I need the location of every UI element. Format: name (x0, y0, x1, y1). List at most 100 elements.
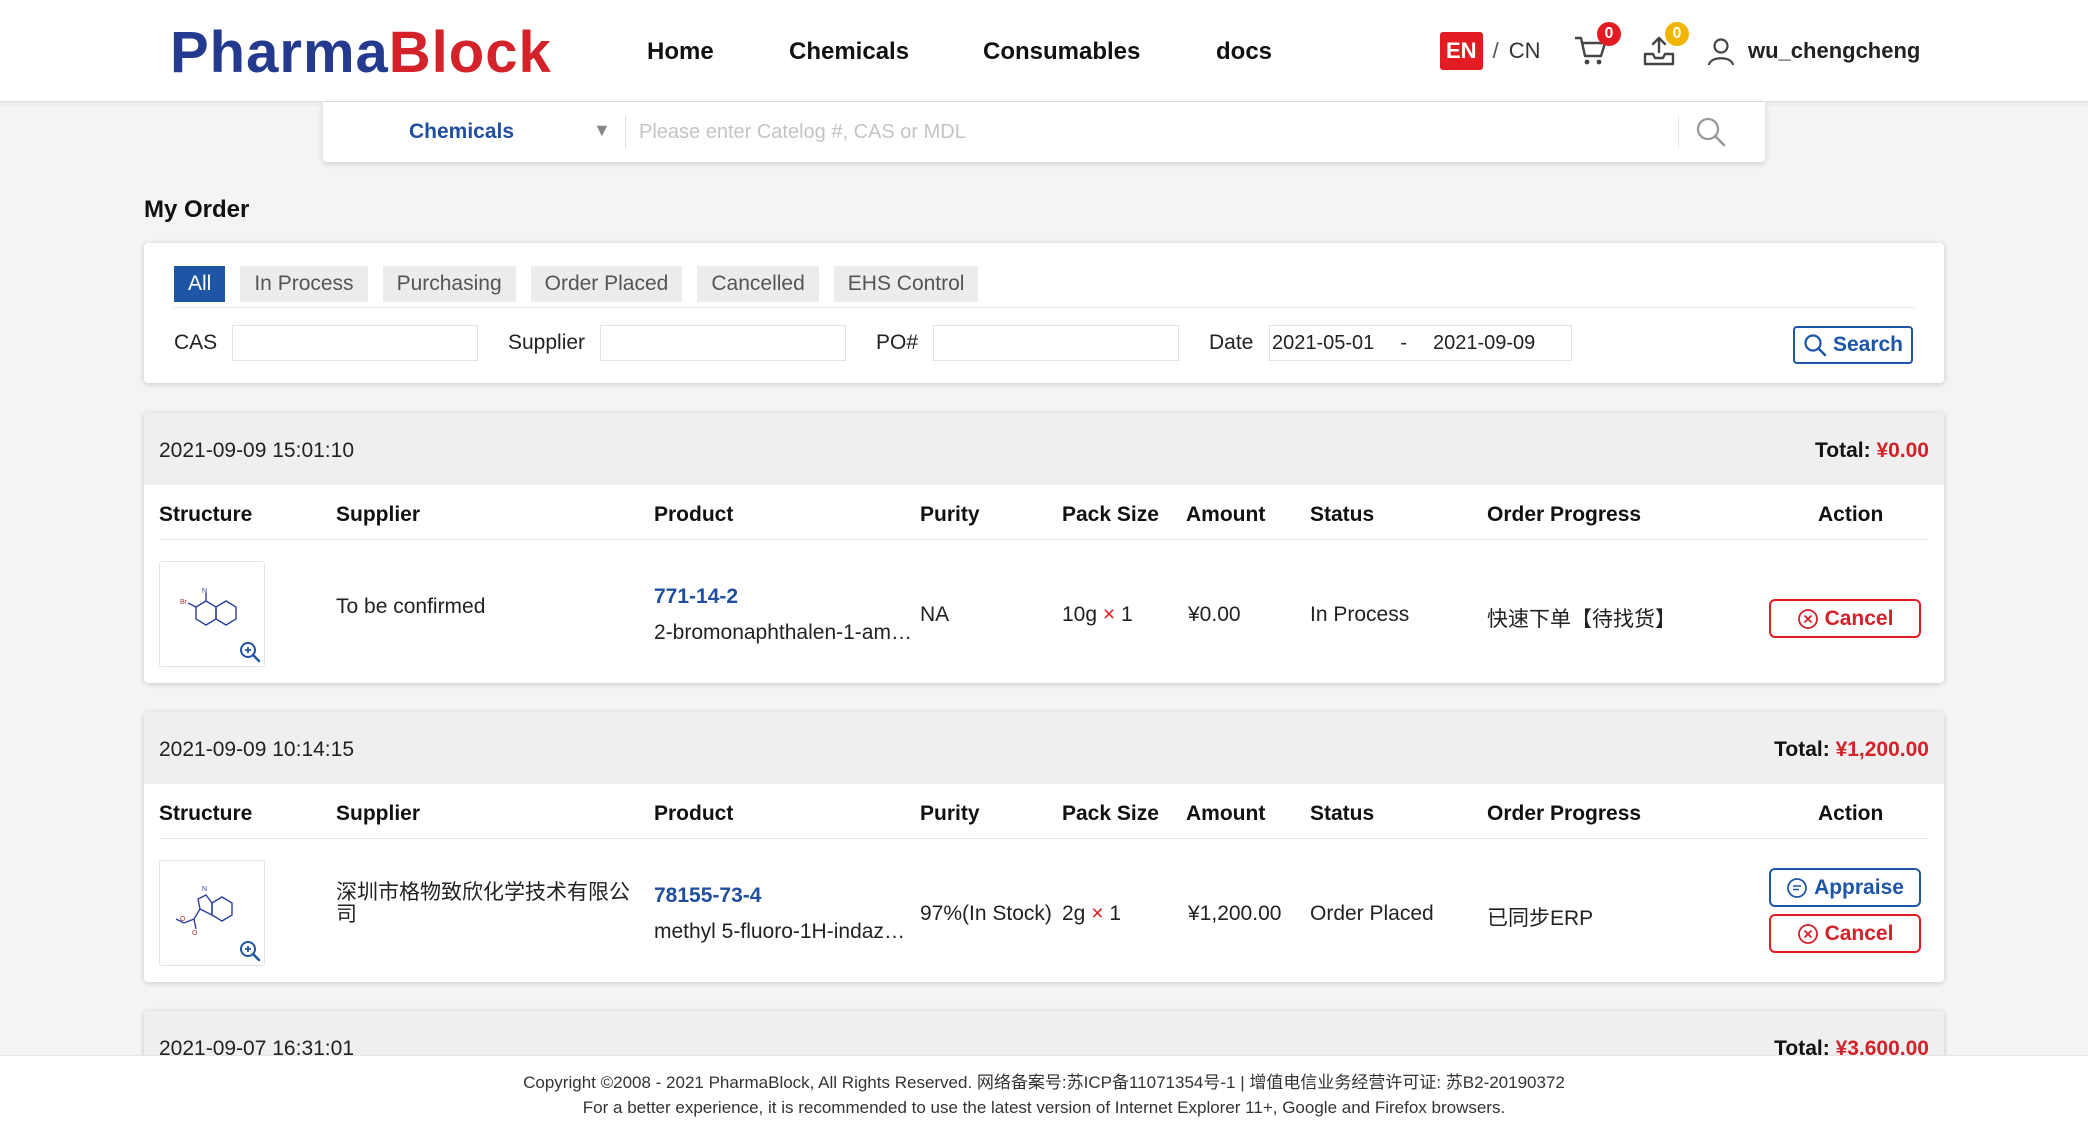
logo-text-block: Block (388, 20, 552, 85)
order-card: 2021-09-09 15:01:10 Total: ¥0.00 Structu… (144, 413, 1944, 683)
total-amount: ¥1,200.00 (1835, 738, 1929, 761)
date-from[interactable]: 2021-05-01 (1272, 332, 1374, 355)
col-supplier: Supplier (336, 503, 421, 526)
cas-label: CAS (174, 331, 218, 354)
po-input[interactable] (933, 325, 1179, 361)
search-category-select[interactable]: Chemicals (409, 120, 514, 144)
amount-value: ¥1,200.00 (1188, 902, 1282, 925)
cancel-order-button[interactable]: Cancel (1769, 599, 1921, 638)
tab-order-placed[interactable]: Order Placed (530, 266, 683, 302)
footer-browser-notice: For a better experience, it is recommend… (582, 1098, 1506, 1117)
order-total: Total: ¥1,200.00 (1774, 738, 1929, 762)
supplier-input[interactable] (600, 325, 846, 361)
product-cas-link[interactable]: 78155-73-4 (654, 884, 761, 908)
structure-thumbnail[interactable]: N Br (159, 561, 265, 667)
cart-button[interactable]: 0 (1573, 22, 1621, 72)
purity-value: 97%(In Stock) (920, 902, 1052, 925)
status-value: In Process (1310, 603, 1410, 626)
product-name: 2-bromonaphthalen-1-amine (654, 621, 914, 644)
product-cas-link[interactable]: 771-14-2 (654, 585, 738, 609)
col-pack-size: Pack Size (1062, 802, 1159, 825)
top-header: PharmaBlock Home Chemicals Consumables d… (0, 0, 2088, 102)
cancel-order-button[interactable]: Cancel (1769, 914, 1921, 953)
supplier-name: To be confirmed (336, 595, 486, 618)
status-tabs: All In Process Purchasing Order Placed C… (174, 266, 993, 302)
svg-text:N: N (202, 588, 207, 595)
search-icon[interactable] (1695, 116, 1727, 148)
order-filter-panel: All In Process Purchasing Order Placed C… (144, 243, 1944, 383)
date-label: Date (1209, 331, 1254, 354)
svg-text:O: O (192, 930, 198, 937)
search-input[interactable] (639, 114, 1639, 150)
inbox-count-badge: 0 (1665, 22, 1689, 46)
row-divider (159, 838, 1929, 839)
col-status: Status (1310, 802, 1375, 825)
product-name: methyl 5-fluoro-1H-indazole-3-carboxylat… (654, 920, 906, 943)
chevron-down-icon[interactable]: ▼ (593, 120, 611, 141)
pharmablock-logo[interactable]: PharmaBlock (170, 22, 552, 84)
tab-ehs-control[interactable]: EHS Control (833, 266, 979, 302)
search-divider-right (1678, 116, 1679, 148)
nav-consumables[interactable]: Consumables (983, 38, 1140, 66)
purity-value: NA (920, 603, 950, 626)
product-search-bar: Chemicals ▼ (323, 102, 1765, 162)
total-amount: ¥0.00 (1876, 439, 1929, 462)
pack-size-value: 2g × 1 (1062, 902, 1121, 926)
order-card: 2021-09-09 10:14:15 Total: ¥1,200.00 Str… (144, 712, 1944, 982)
zoom-in-icon[interactable] (238, 939, 262, 963)
date-to[interactable]: 2021-09-09 (1433, 332, 1535, 355)
nav-chemicals[interactable]: Chemicals (789, 38, 909, 66)
tab-all[interactable]: All (174, 266, 226, 302)
filter-divider (174, 307, 1914, 308)
svg-text:O: O (180, 916, 186, 923)
tab-in-process[interactable]: In Process (240, 266, 368, 302)
col-product: Product (654, 503, 734, 526)
lang-cn-button[interactable]: CN (1509, 38, 1541, 64)
col-purity: Purity (920, 503, 980, 526)
search-button[interactable]: Search (1793, 326, 1913, 364)
nav-home[interactable]: Home (647, 38, 714, 66)
inbox-button[interactable]: 0 (1641, 22, 1689, 72)
pack-size: 2g (1062, 902, 1086, 925)
appraise-order-button[interactable]: Appraise (1769, 868, 1921, 907)
col-action: Action (1818, 503, 1884, 526)
date-range-separator: - (1400, 331, 1407, 354)
status-value: Order Placed (1310, 902, 1434, 925)
order-progress-value: 已同步ERP (1487, 907, 1594, 930)
order-header: 2021-09-09 10:14:15 Total: ¥1,200.00 (144, 712, 1944, 784)
appraise-button-label: Appraise (1814, 875, 1904, 899)
tab-purchasing[interactable]: Purchasing (382, 266, 516, 302)
logo-text-pharma: Pharma (170, 20, 389, 85)
structure-thumbnail[interactable]: N O O (159, 860, 265, 966)
language-switcher: EN / CN (1440, 32, 1540, 70)
svg-text:Br: Br (180, 599, 188, 606)
svg-text:N: N (202, 886, 207, 893)
comment-icon (1787, 877, 1807, 898)
search-icon (1804, 334, 1827, 357)
order-total: Total: ¥0.00 (1815, 439, 1929, 463)
col-status: Status (1310, 503, 1375, 526)
user-menu[interactable]: wu_chengcheng (1706, 36, 1920, 66)
times-sign: × (1102, 603, 1116, 626)
date-range-field[interactable]: 2021-05-01 - 2021-09-09 (1269, 325, 1572, 361)
search-divider (625, 116, 626, 148)
col-structure: Structure (159, 503, 253, 526)
total-label: Total: (1774, 738, 1830, 761)
po-label: PO# (876, 331, 919, 354)
lang-separator: / (1492, 38, 1499, 63)
lang-en-button[interactable]: EN (1440, 32, 1483, 70)
order-header: 2021-09-09 15:01:10 Total: ¥0.00 (144, 413, 1944, 485)
order-datetime: 2021-09-09 15:01:10 (159, 439, 354, 462)
col-order-progress: Order Progress (1487, 503, 1642, 526)
order-datetime: 2021-09-09 10:14:15 (159, 738, 354, 761)
cancel-button-label: Cancel (1824, 921, 1894, 945)
pack-size-value: 10g × 1 (1062, 603, 1133, 627)
cas-input[interactable] (232, 325, 478, 361)
footer-copyright: Copyright ©2008 - 2021 PharmaBlock, All … (523, 1073, 1565, 1092)
amount-value: ¥0.00 (1188, 603, 1241, 626)
username-label: wu_chengcheng (1748, 38, 1921, 63)
tab-cancelled[interactable]: Cancelled (697, 266, 819, 302)
nav-docs[interactable]: docs (1216, 38, 1272, 66)
zoom-in-icon[interactable] (238, 640, 262, 664)
supplier-name: 深圳市格物致欣化学技术有限公司 (336, 881, 630, 926)
